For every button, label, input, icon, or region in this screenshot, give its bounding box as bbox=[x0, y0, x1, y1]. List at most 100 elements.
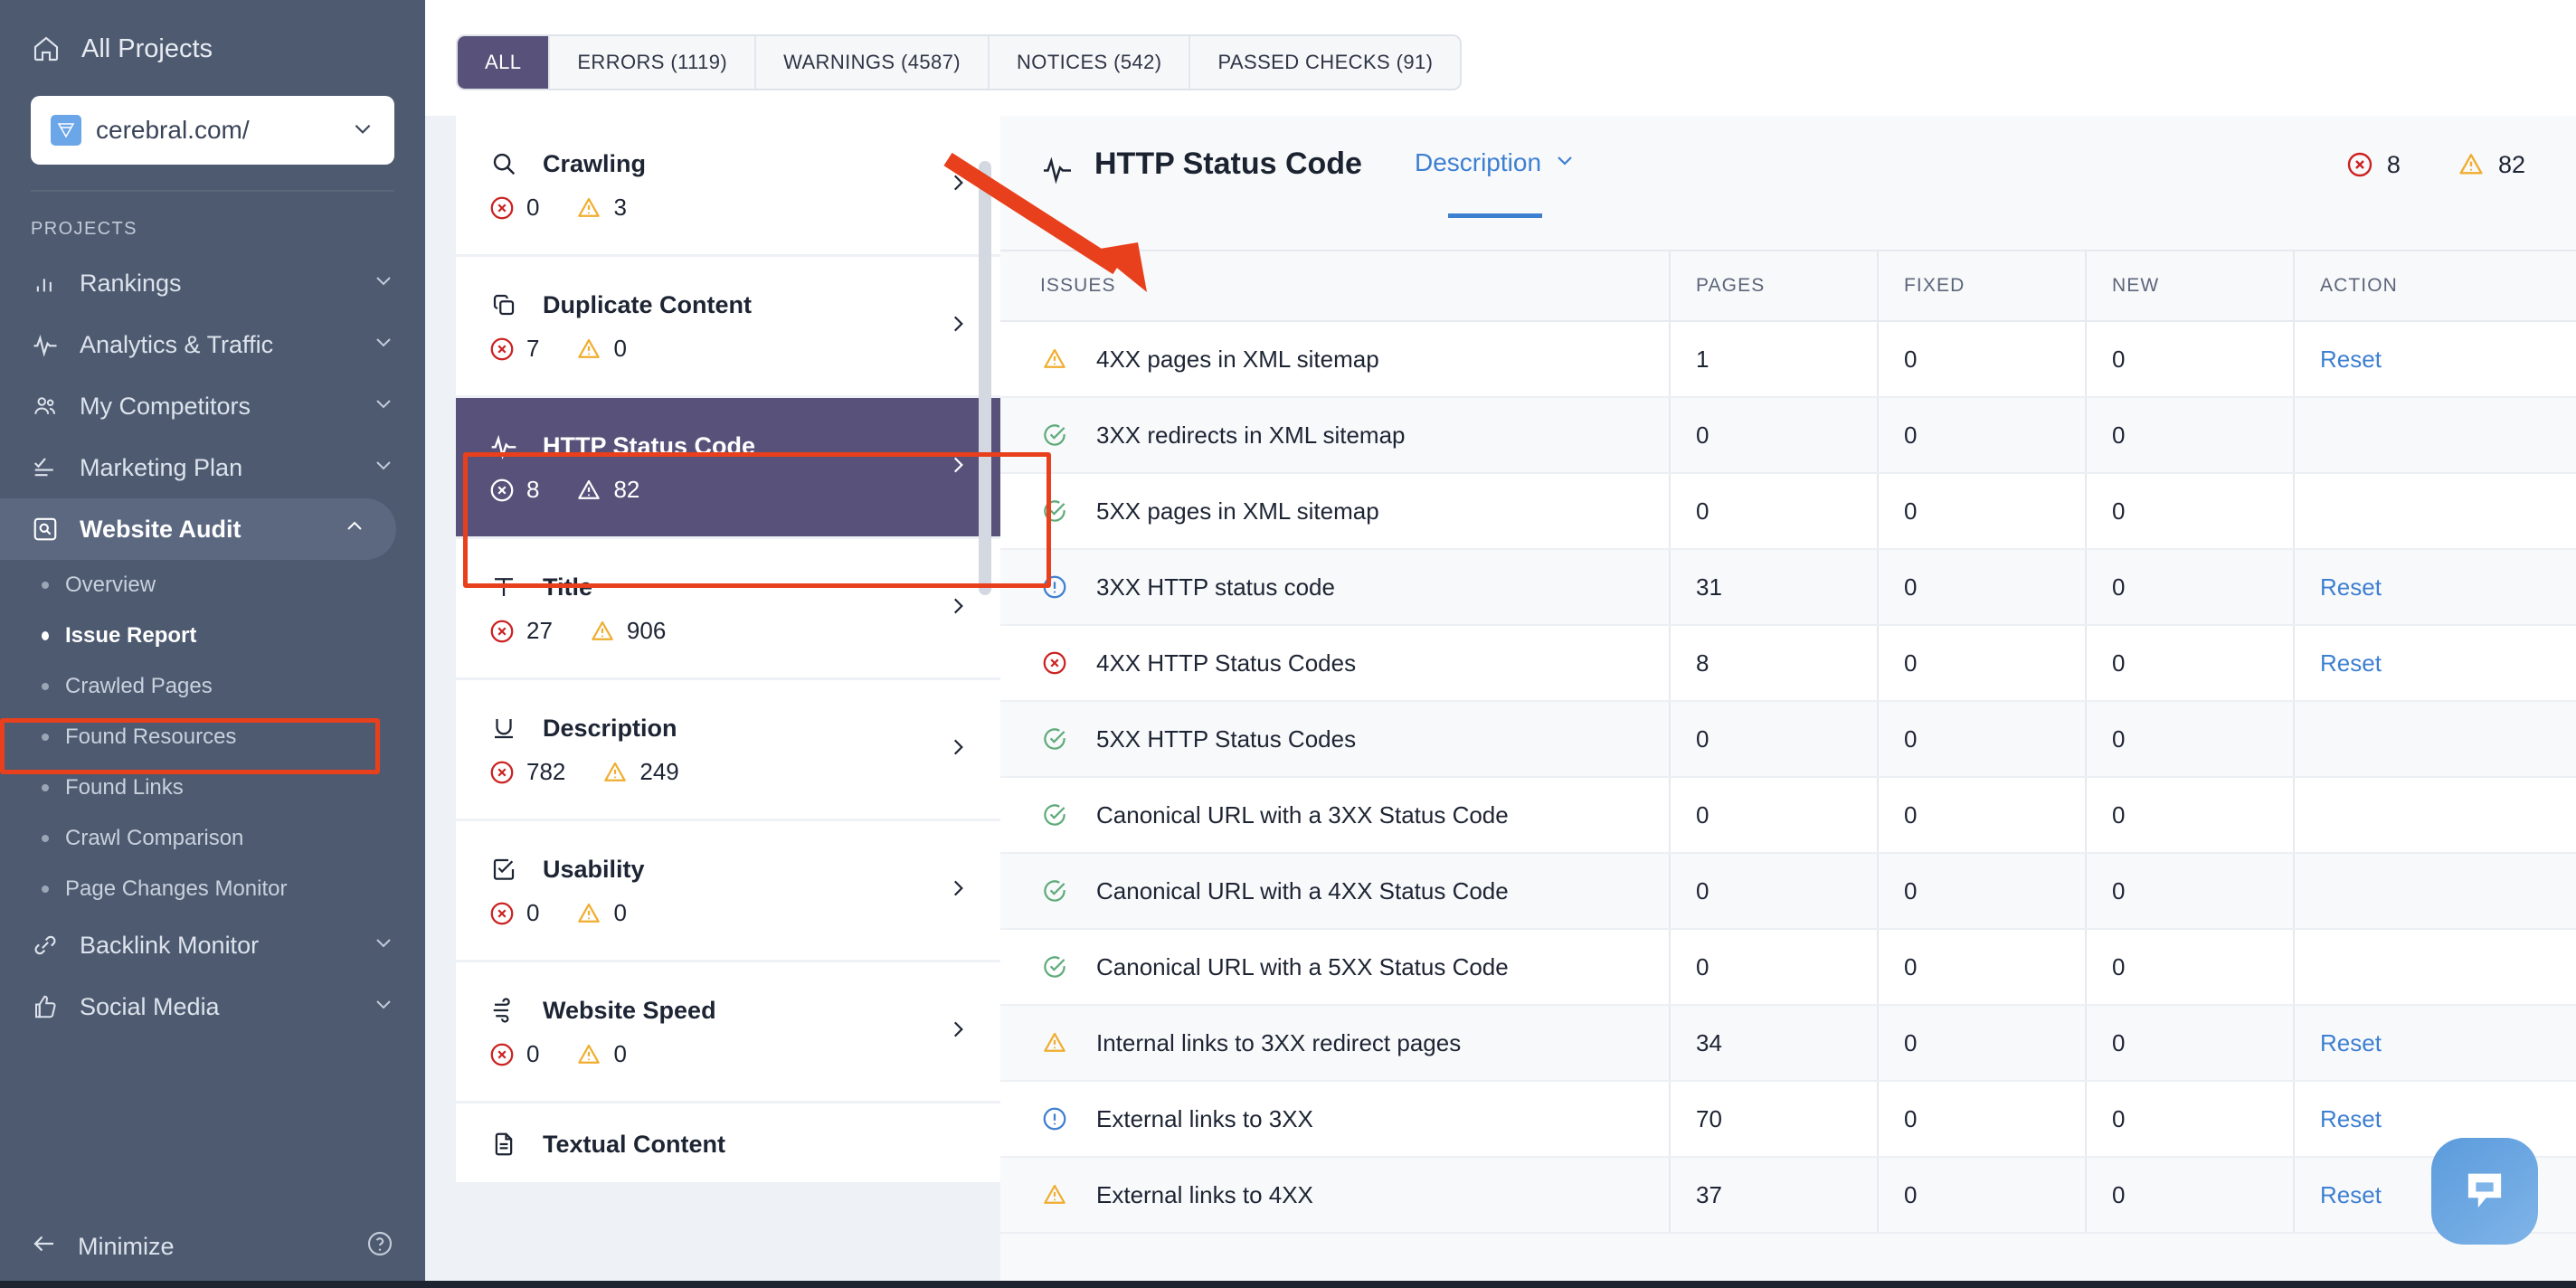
error-count: 0 bbox=[526, 194, 540, 221]
reset-button[interactable]: Reset bbox=[2320, 1105, 2382, 1132]
chevron-right-icon bbox=[946, 450, 970, 485]
table-row[interactable]: Canonical URL with a 4XX Status Code 0 0… bbox=[1000, 853, 2576, 930]
new-value: 0 bbox=[2112, 724, 2126, 753]
category-card-crawling[interactable]: Crawling 0 3 bbox=[456, 116, 1000, 257]
reset-button[interactable]: Reset bbox=[2320, 1029, 2382, 1056]
chat-widget-button[interactable] bbox=[2431, 1138, 2538, 1245]
sidebar-item-backlink-monitor[interactable]: Backlink Monitor bbox=[0, 914, 425, 976]
table-row[interactable]: Canonical URL with a 3XX Status Code 0 0… bbox=[1000, 777, 2576, 854]
category-list: Crawling 0 3 Duplicate Content 7 0 HTTP … bbox=[456, 116, 1000, 1185]
sidebar-item-social-media[interactable]: Social Media bbox=[0, 976, 425, 1037]
sidebar-item-rankings[interactable]: Rankings bbox=[0, 252, 425, 314]
error-badge: 0 bbox=[488, 194, 539, 222]
error-circle-icon bbox=[490, 761, 514, 783]
sidebar-item-marketing-plan[interactable]: Marketing Plan bbox=[0, 437, 425, 498]
scrollbar-thumb[interactable] bbox=[979, 161, 991, 595]
pulse-icon bbox=[488, 431, 519, 461]
minimize-button[interactable]: Minimize bbox=[0, 1205, 425, 1288]
warning-triangle-icon bbox=[604, 762, 627, 781]
chevron-right-icon bbox=[946, 167, 970, 203]
tab-all[interactable]: ALL bbox=[458, 36, 549, 89]
column-header-new[interactable]: NEW bbox=[2085, 250, 2294, 322]
sidebar-item-website-audit[interactable]: Website Audit bbox=[0, 498, 396, 560]
column-header-pages[interactable]: PAGES bbox=[1669, 250, 1878, 322]
sidebar-item-crawled-pages[interactable]: Crawled Pages bbox=[0, 661, 425, 712]
table-row[interactable]: 4XX HTTP Status Codes 8 0 0 Reset bbox=[1000, 625, 2576, 702]
warning-triangle-icon bbox=[592, 620, 613, 640]
new-value: 0 bbox=[2112, 876, 2126, 904]
table-row[interactable]: 5XX pages in XML sitemap 0 0 0 bbox=[1000, 473, 2576, 550]
column-header-issues[interactable]: ISSUES bbox=[1000, 250, 1670, 322]
bullet-icon bbox=[42, 631, 49, 640]
tab-passed-checks[interactable]: PASSED CHECKS (91) bbox=[1189, 36, 1460, 89]
column-header-fixed[interactable]: FIXED bbox=[1877, 250, 2086, 322]
category-card-description[interactable]: Description 782 249 bbox=[456, 680, 1000, 821]
sidebar-subitem-label: Crawl Comparison bbox=[65, 826, 244, 850]
error-count: 782 bbox=[526, 758, 566, 785]
error-badge: 8 bbox=[2345, 150, 2401, 179]
error-circle-icon bbox=[490, 902, 514, 924]
help-circle-icon[interactable] bbox=[365, 1229, 394, 1264]
category-card-usability[interactable]: Usability 0 0 bbox=[456, 821, 1000, 962]
column-header-action[interactable]: ACTION bbox=[2293, 250, 2576, 322]
table-row[interactable]: 5XX HTTP Status Codes 0 0 0 bbox=[1000, 701, 2576, 778]
reset-button[interactable]: Reset bbox=[2320, 346, 2382, 373]
pulse-icon bbox=[1040, 152, 1075, 186]
home-icon bbox=[31, 33, 62, 64]
chevron-down-icon bbox=[373, 932, 394, 960]
error-count: 8 bbox=[526, 476, 540, 503]
issue-name: Canonical URL with a 3XX Status Code bbox=[1096, 800, 1509, 829]
error-badge: 782 bbox=[488, 758, 565, 786]
sidebar-item-issue-report[interactable]: Issue Report bbox=[0, 611, 425, 661]
tab-errors[interactable]: ERRORS (1119) bbox=[548, 36, 754, 89]
sidebar-item-analytics-traffic[interactable]: Analytics & Traffic bbox=[0, 314, 425, 375]
sidebar-item-found-links[interactable]: Found Links bbox=[0, 762, 425, 813]
table-row[interactable]: 3XX redirects in XML sitemap 0 0 0 bbox=[1000, 397, 2576, 474]
table-row[interactable]: 4XX pages in XML sitemap 1 0 0 Reset bbox=[1000, 321, 2576, 398]
tab-notices[interactable]: NOTICES (542) bbox=[988, 36, 1189, 89]
warning-count: 249 bbox=[639, 758, 679, 785]
table-row[interactable]: 3XX HTTP status code 31 0 0 Reset bbox=[1000, 549, 2576, 626]
category-list-scrollbar[interactable] bbox=[979, 161, 991, 1156]
category-card-title[interactable]: Title 27 906 bbox=[456, 539, 1000, 680]
table-row[interactable]: External links to 4XX 37 0 0 Reset bbox=[1000, 1157, 2576, 1234]
reset-button[interactable]: Reset bbox=[2320, 1181, 2382, 1208]
category-name: Textual Content bbox=[543, 1130, 725, 1158]
pulse-icon bbox=[31, 330, 60, 359]
sidebar-item-overview[interactable]: Overview bbox=[0, 560, 425, 611]
table-row[interactable]: External links to 3XX 70 0 0 Reset bbox=[1000, 1081, 2576, 1158]
chevron-up-icon bbox=[344, 516, 365, 544]
category-card-website-speed[interactable]: Website Speed 0 0 bbox=[456, 962, 1000, 1103]
category-card-textual-content[interactable]: Textual Content bbox=[456, 1103, 1000, 1185]
project-selector[interactable]: cerebral.com/ bbox=[31, 96, 394, 165]
error-count: 0 bbox=[526, 1040, 540, 1067]
sidebar-item-my-competitors[interactable]: My Competitors bbox=[0, 375, 425, 437]
table-row[interactable]: Canonical URL with a 5XX Status Code 0 0… bbox=[1000, 929, 2576, 1006]
error-circle-icon bbox=[490, 1043, 514, 1065]
warning-triangle-icon bbox=[1040, 1180, 1069, 1209]
page-title: HTTP Status Code bbox=[1094, 147, 1362, 181]
category-name: Title bbox=[543, 573, 593, 601]
table-row[interactable]: Internal links to 3XX redirect pages 34 … bbox=[1000, 1005, 2576, 1082]
check-circle-icon bbox=[1040, 724, 1069, 753]
tab-warnings[interactable]: WARNINGS (4587) bbox=[754, 36, 988, 89]
pages-value: 0 bbox=[1696, 497, 1709, 525]
main-area: ALL ERRORS (1119) WARNINGS (4587) NOTICE… bbox=[425, 0, 2576, 1288]
sidebar-item-page-changes-monitor[interactable]: Page Changes Monitor bbox=[0, 864, 425, 914]
sidebar-top: All Projects cerebral.com/ bbox=[0, 0, 425, 192]
category-card-duplicate-content[interactable]: Duplicate Content 7 0 bbox=[456, 257, 1000, 398]
reset-button[interactable]: Reset bbox=[2320, 573, 2382, 601]
category-card-http-status-code[interactable]: HTTP Status Code 8 82 bbox=[456, 398, 1000, 539]
reset-button[interactable]: Reset bbox=[2320, 649, 2382, 677]
issues-table-body: 4XX pages in XML sitemap 1 0 0 Reset 3XX… bbox=[1000, 321, 2576, 1234]
chevron-down-icon bbox=[1554, 148, 1576, 177]
left-sidebar: All Projects cerebral.com/ PROJECTS Rank… bbox=[0, 0, 425, 1288]
new-value: 0 bbox=[2112, 421, 2126, 449]
sidebar-item-crawl-comparison[interactable]: Crawl Comparison bbox=[0, 813, 425, 864]
all-projects-link[interactable]: All Projects bbox=[31, 24, 394, 74]
tab-description[interactable]: Description bbox=[1415, 147, 1576, 218]
issue-name: 5XX pages in XML sitemap bbox=[1096, 497, 1379, 525]
fixed-value: 0 bbox=[1904, 800, 1918, 829]
error-count: 27 bbox=[526, 617, 553, 644]
sidebar-item-found-resources[interactable]: Found Resources bbox=[0, 712, 425, 762]
